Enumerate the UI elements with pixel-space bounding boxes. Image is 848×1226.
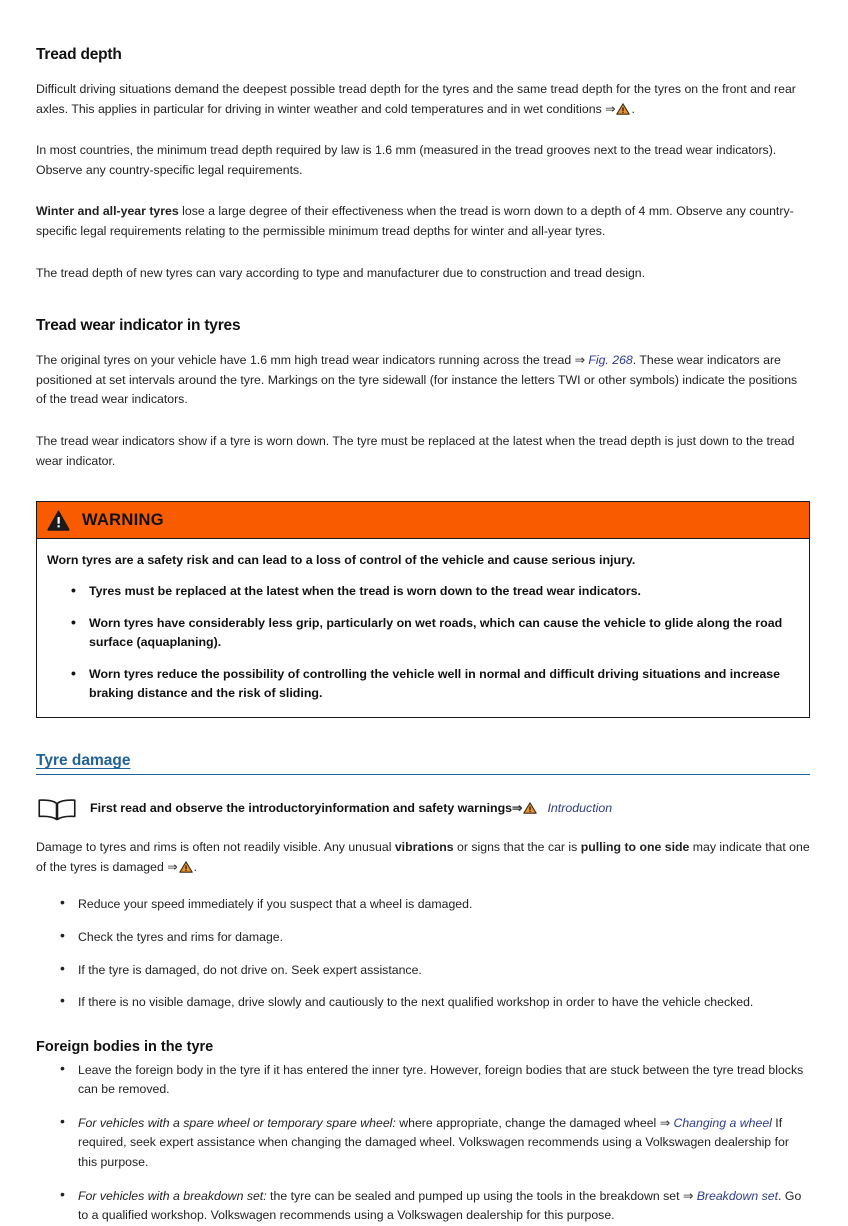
list-item-text: Leave the foreign body in the tyre if it…	[78, 1062, 804, 1097]
section-heading-tread-depth: Tread depth	[36, 46, 122, 63]
paragraph-tread-wear-1: The original tyres on your vehicle have …	[36, 351, 810, 410]
warning-bullet-list: Tyres must be replaced at the latest whe…	[47, 581, 795, 703]
xref-arrow: ⇒	[512, 801, 523, 816]
paragraph-text-tail: .	[193, 859, 197, 874]
xref-arrow: ⇒	[167, 859, 178, 874]
book-icon	[36, 798, 78, 822]
list-item: Worn tyres reduce the possibility of con…	[71, 664, 795, 703]
emphasis-pulling-to-one-side: pulling to one side	[580, 840, 690, 855]
paragraph-text: The original tyres on your vehicle have …	[36, 353, 575, 368]
list-item: Check the tyres and rims for damage.	[60, 926, 810, 948]
chapter-rule-divider	[36, 774, 810, 776]
xref-arrow: ⇒	[574, 353, 585, 368]
paragraph-tread-depth-1: Difficult driving situations demand the …	[36, 80, 810, 119]
warning-label: WARNING	[82, 510, 164, 529]
paragraph-tread-depth-4: The tread depth of new tyres can vary ac…	[36, 265, 646, 280]
warning-triangle-icon	[47, 510, 70, 531]
warning-callout-box: WARNING Worn tyres are a safety risk and…	[36, 501, 810, 719]
warning-triangle-icon	[178, 860, 193, 873]
section-heading-foreign-bodies: Foreign bodies in the tyre	[36, 1038, 214, 1055]
link-fig-268[interactable]: Fig. 268	[588, 353, 632, 367]
list-item: For vehicles with a breakdown set: the t…	[60, 1185, 810, 1226]
foreign-bodies-bullet-list: Leave the foreign body in the tyre if it…	[36, 1059, 810, 1226]
list-item: Tyres must be replaced at the latest whe…	[71, 581, 795, 601]
section-heading-tread-wear-indicator: Tread wear indicator in tyres	[36, 317, 241, 335]
link-breakdown-set[interactable]: Breakdown set	[697, 1189, 778, 1203]
paragraph-text: Difficult driving situations demand the …	[36, 82, 796, 116]
read-first-notice: First read and observe the introductoryi…	[36, 797, 810, 822]
emphasis-vibrations: vibrations	[394, 840, 454, 855]
xref-arrow: ⇒	[605, 101, 616, 116]
chapter-heading-tyre-damage: Tyre damage	[36, 752, 810, 776]
list-item-text: the tyre can be sealed and pumped up usi…	[266, 1188, 683, 1203]
paragraph-text-tail: .	[631, 101, 635, 116]
emphasis-winter-all-year-tyres: Winter and all-year tyres	[36, 204, 179, 219]
xref-arrow: ⇒	[659, 1115, 671, 1130]
link-introduction[interactable]: Introduction	[547, 801, 612, 815]
warning-header: WARNING	[37, 502, 809, 540]
list-item: Worn tyres have considerably less grip, …	[71, 613, 795, 652]
document-page: Tread depth Difficult driving situations…	[0, 0, 848, 1222]
warning-lead-text: Worn tyres are a safety risk and can lea…	[47, 553, 636, 568]
list-item: Reduce your speed immediately if you sus…	[60, 893, 810, 915]
paragraph-tyre-damage-intro: Damage to tyres and rims is often not re…	[36, 838, 810, 877]
page-content: Tread depth Difficult driving situations…	[36, 46, 810, 1226]
paragraph-text: Damage to tyres and rims is often not re…	[36, 840, 395, 855]
warning-triangle-icon	[616, 102, 631, 115]
list-item: Leave the foreign body in the tyre if it…	[60, 1059, 810, 1100]
link-changing-a-wheel[interactable]: Changing a wheel	[673, 1116, 771, 1130]
list-item-lead-in: For vehicles with a spare wheel or tempo…	[78, 1115, 396, 1130]
list-item-lead-in: For vehicles with a breakdown set:	[78, 1188, 267, 1203]
list-item: If there is no visible damage, drive slo…	[60, 991, 810, 1013]
read-first-text: First read and observe the introductoryi…	[90, 797, 612, 818]
read-first-label: First read and observe the introductoryi…	[90, 801, 513, 816]
paragraph-tread-depth-2: In most countries, the minimum tread dep…	[36, 143, 777, 177]
paragraph-tread-wear-2: The tread wear indicators show if a tyre…	[36, 433, 795, 468]
tyre-damage-bullet-list: Reduce your speed immediately if you sus…	[36, 893, 810, 1013]
paragraph-tread-depth-3: Winter and all-year tyres lose a large d…	[36, 202, 810, 241]
warning-triangle-icon	[523, 801, 538, 814]
list-item: For vehicles with a spare wheel or tempo…	[60, 1112, 810, 1173]
list-item-text: where appropriate, change the damaged wh…	[395, 1115, 660, 1130]
chapter-title: Tyre damage	[36, 752, 131, 770]
xref-arrow: ⇒	[682, 1188, 694, 1203]
warning-body: Worn tyres are a safety risk and can lea…	[37, 539, 809, 717]
list-item: If the tyre is damaged, do not drive on.…	[60, 959, 810, 981]
paragraph-text: or signs that the car is	[453, 840, 581, 855]
